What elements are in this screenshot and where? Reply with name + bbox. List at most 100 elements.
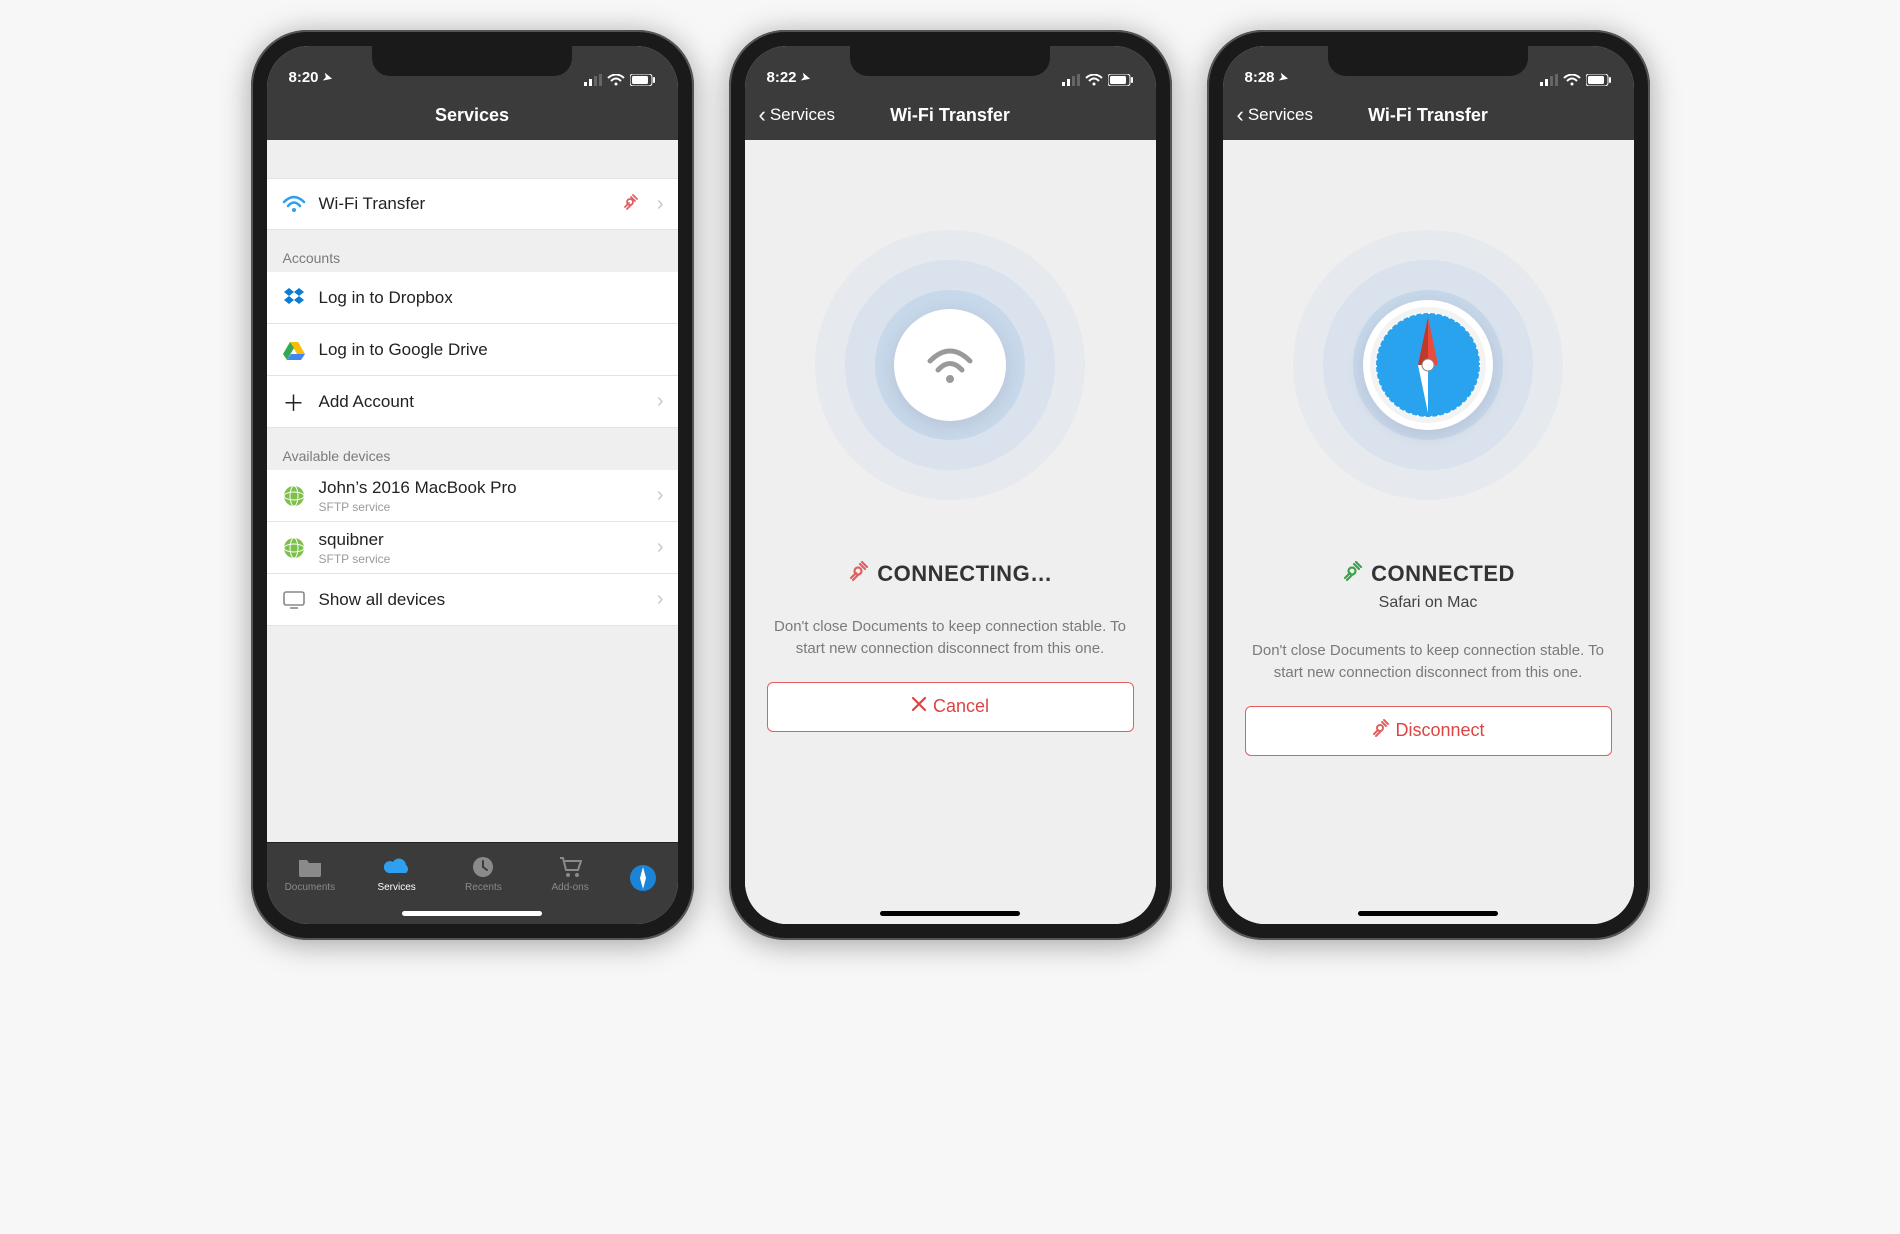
status-text: CONNECTING… — [877, 561, 1052, 587]
status-text: CONNECTED — [1371, 561, 1515, 587]
battery-icon — [630, 74, 656, 86]
back-button[interactable]: ‹ Services — [1237, 90, 1314, 140]
chevron-right-icon: › — [657, 484, 664, 507]
section-devices: Available devices — [267, 428, 678, 470]
status-time: 8:20 — [289, 69, 319, 86]
status-time: 8:22 — [767, 69, 797, 86]
wifi-transfer-connected: CONNECTED Safari on Mac Don't close Docu… — [1223, 140, 1634, 924]
row-device-johns-mbp[interactable]: John’s 2016 MacBook Pro SFTP service › — [267, 470, 678, 522]
row-add-account[interactable]: ＋ Add Account › — [267, 376, 678, 428]
notch — [850, 46, 1050, 76]
navbar: ‹ Services Wi-Fi Transfer — [1223, 90, 1634, 140]
monitor-icon — [281, 591, 307, 609]
location-icon: ➤ — [799, 70, 811, 85]
plug-icon — [621, 193, 639, 216]
notch — [1328, 46, 1528, 76]
folder-icon — [297, 855, 323, 879]
home-indicator[interactable] — [1358, 911, 1498, 916]
row-label: squibner — [319, 530, 391, 550]
button-label: Cancel — [933, 696, 989, 717]
tab-documents[interactable]: Documents — [267, 843, 354, 904]
tab-label: Recents — [465, 882, 502, 893]
disconnect-button[interactable]: Disconnect — [1245, 706, 1612, 756]
radar-illustration — [1293, 230, 1563, 500]
wifi-status-icon — [607, 74, 625, 86]
row-sub: SFTP service — [319, 552, 391, 566]
row-sub: SFTP service — [319, 500, 517, 514]
cloud-icon — [382, 855, 412, 879]
wifi-big-icon — [894, 309, 1006, 421]
chevron-right-icon: › — [657, 588, 664, 611]
cellular-icon — [1540, 74, 1558, 86]
row-label: Log in to Google Drive — [319, 340, 664, 360]
back-label: Services — [770, 105, 835, 125]
home-indicator[interactable] — [402, 911, 542, 916]
globe-icon — [281, 537, 307, 559]
cellular-icon — [1062, 74, 1080, 86]
wifi-status-icon — [1563, 74, 1581, 86]
navbar-title: Services — [435, 105, 509, 126]
row-label: Wi-Fi Transfer — [319, 194, 609, 214]
status-right — [584, 74, 656, 86]
row-dropbox[interactable]: Log in to Dropbox — [267, 272, 678, 324]
plus-icon: ＋ — [281, 386, 307, 418]
plug-icon — [1341, 560, 1363, 588]
services-list[interactable]: Wi-Fi Transfer › Accounts Log in to Drop… — [267, 140, 678, 842]
row-label: Add Account — [319, 392, 645, 412]
phone-connected: 8:28 ➤ ‹ Services Wi-Fi Transfer — [1207, 30, 1650, 940]
section-accounts: Accounts — [267, 230, 678, 272]
connected-to: Safari on Mac — [1379, 594, 1478, 612]
wifi-transfer-connecting: CONNECTING… Don't close Documents to kee… — [745, 140, 1156, 924]
navbar-title: Wi-Fi Transfer — [890, 105, 1010, 126]
navbar-title: Wi-Fi Transfer — [1368, 105, 1488, 126]
tab-browser[interactable] — [618, 858, 668, 898]
cellular-icon — [584, 74, 602, 86]
phone-connecting: 8:22 ➤ ‹ Services Wi-Fi Transfer — [729, 30, 1172, 940]
row-wifi-transfer[interactable]: Wi-Fi Transfer › — [267, 178, 678, 230]
chevron-left-icon: ‹ — [759, 104, 766, 126]
row-gdrive[interactable]: Log in to Google Drive — [267, 324, 678, 376]
help-text: Don't close Documents to keep connection… — [1245, 640, 1612, 684]
battery-icon — [1586, 74, 1612, 86]
navbar: ‹ Services Wi-Fi Transfer — [745, 90, 1156, 140]
row-device-squibner[interactable]: squibner SFTP service › — [267, 522, 678, 574]
radar-illustration — [815, 230, 1085, 500]
globe-icon — [281, 485, 307, 507]
clock-icon — [472, 855, 494, 879]
chevron-right-icon: › — [657, 390, 664, 413]
safari-icon — [1363, 300, 1493, 430]
tab-label: Documents — [285, 882, 336, 893]
battery-icon — [1108, 74, 1134, 86]
row-show-all-devices[interactable]: Show all devices › — [267, 574, 678, 626]
back-button[interactable]: ‹ Services — [759, 90, 836, 140]
gdrive-icon — [281, 340, 307, 360]
chevron-right-icon: › — [657, 536, 664, 559]
x-icon — [911, 696, 927, 717]
row-label: John’s 2016 MacBook Pro — [319, 478, 517, 498]
navbar: Services — [267, 90, 678, 140]
phone-services: 8:20 ➤ Services Wi-Fi Transfer — [251, 30, 694, 940]
button-label: Disconnect — [1395, 720, 1484, 741]
wifi-status-icon — [1085, 74, 1103, 86]
tab-addons[interactable]: Add-ons — [527, 843, 614, 904]
location-icon: ➤ — [321, 70, 333, 85]
row-label: Show all devices — [319, 590, 645, 610]
wifi-icon — [281, 194, 307, 214]
back-label: Services — [1248, 105, 1313, 125]
dropbox-icon — [281, 288, 307, 308]
plug-icon — [1371, 719, 1389, 742]
cart-icon — [558, 855, 582, 879]
plug-icon — [847, 560, 869, 588]
tab-services[interactable]: Services — [353, 843, 440, 904]
help-text: Don't close Documents to keep connection… — [767, 616, 1134, 660]
chevron-right-icon: › — [657, 193, 664, 216]
chevron-left-icon: ‹ — [1237, 104, 1244, 126]
tab-recents[interactable]: Recents — [440, 843, 527, 904]
cancel-button[interactable]: Cancel — [767, 682, 1134, 732]
status-right — [1540, 74, 1612, 86]
notch — [372, 46, 572, 76]
home-indicator[interactable] — [880, 911, 1020, 916]
tab-label: Services — [377, 882, 415, 893]
status-time: 8:28 — [1245, 69, 1275, 86]
location-icon: ➤ — [1277, 70, 1289, 85]
